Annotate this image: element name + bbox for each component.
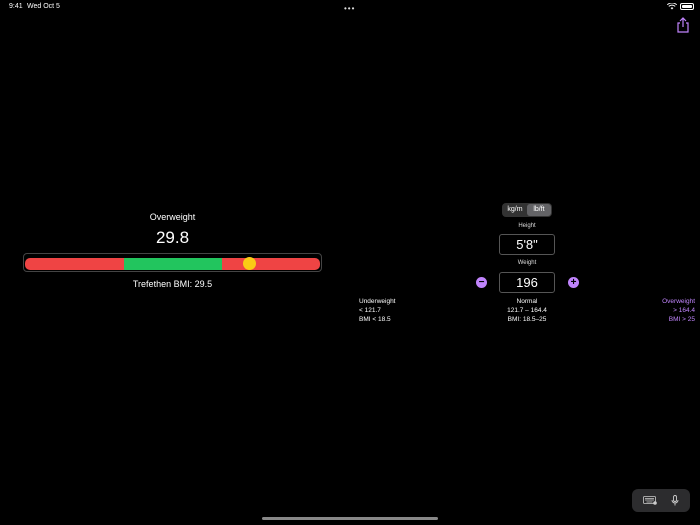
unit-option-imperial[interactable]: lb/ft: [527, 204, 551, 216]
share-icon[interactable]: [676, 17, 690, 33]
weight-label: Weight: [517, 260, 537, 266]
status-date: Wed Oct 5: [27, 3, 60, 10]
range-overweight-bmi: BMI > 25: [668, 316, 695, 323]
range-underweight: Underweight < 121.7 BMI < 18.5: [359, 297, 439, 324]
trefethen-bmi: Trefethen BMI: 29.5: [132, 279, 213, 289]
keyboard-shortcut-bar: [632, 489, 690, 512]
keyboard-icon[interactable]: [643, 496, 657, 505]
range-overweight-title: Overweight: [662, 298, 695, 305]
unit-option-metric[interactable]: kg/m: [503, 204, 527, 216]
weight-decrement-button[interactable]: −: [476, 277, 487, 288]
battery-icon: [680, 3, 694, 10]
bmi-scale-normal: [124, 258, 222, 270]
range-normal: Normal 121.7 – 164.4 BMI: 18.5–25: [487, 297, 567, 324]
weight-field[interactable]: 196: [499, 272, 555, 293]
height-label: Height: [518, 223, 536, 229]
range-overweight: Overweight > 164.4 BMI > 25: [615, 297, 695, 324]
bmi-scale-underweight: [25, 258, 124, 270]
status-time: 9:41: [9, 3, 23, 10]
bmi-category: Overweight: [149, 212, 196, 222]
range-underweight-bmi: BMI < 18.5: [359, 316, 391, 323]
unit-selector[interactable]: kg/m lb/ft: [502, 203, 552, 217]
range-underweight-weight: < 121.7: [359, 307, 381, 314]
height-field[interactable]: 5'8": [499, 234, 555, 255]
bmi-marker: [242, 257, 256, 270]
range-normal-title: Normal: [516, 298, 538, 305]
bmi-value: 29.8: [155, 228, 190, 247]
microphone-icon[interactable]: [671, 495, 679, 506]
range-overweight-weight: > 164.4: [673, 307, 695, 314]
multitasking-dots-icon[interactable]: •••: [344, 4, 355, 13]
weight-increment-button[interactable]: +: [568, 277, 579, 288]
range-underweight-title: Underweight: [359, 298, 396, 305]
home-indicator[interactable]: [262, 517, 438, 520]
wifi-icon: [667, 3, 677, 10]
bmi-scale-overweight: [222, 258, 320, 270]
range-normal-weight: 121.7 – 164.4: [507, 307, 547, 314]
range-normal-bmi: BMI: 18.5–25: [507, 316, 547, 323]
